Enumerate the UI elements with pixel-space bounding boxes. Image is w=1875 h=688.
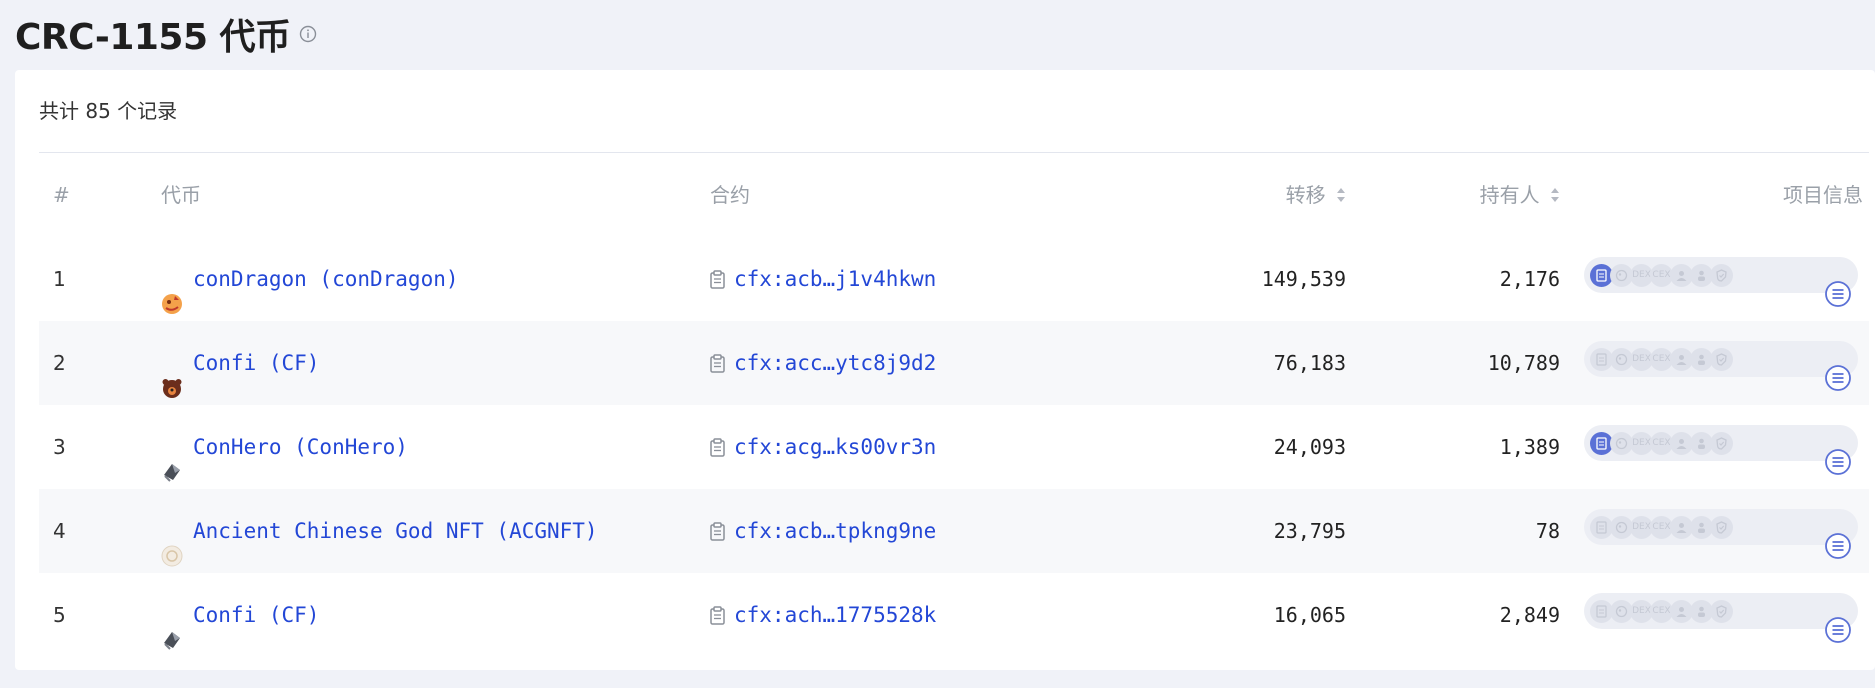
contract-icon xyxy=(710,605,726,625)
col-project: 项目信息 xyxy=(1783,183,1863,207)
col-token: 代币 xyxy=(161,183,201,207)
contract-cell: cfx:acc…ytc8j9d2 xyxy=(710,321,936,405)
table-row: 4 Ancient Chinese God NFT (ACGNFT) cfx:a… xyxy=(39,489,1869,573)
transfers-value: 16,065 xyxy=(1273,603,1346,627)
sort-icon[interactable] xyxy=(1550,155,1560,239)
project-info-badges: DEX CEX xyxy=(1584,257,1858,307)
shield-icon[interactable] xyxy=(1710,600,1733,623)
contract-icon xyxy=(710,437,726,457)
token-link[interactable]: Ancient Chinese God NFT (ACGNFT) xyxy=(193,489,598,573)
contract-link[interactable]: cfx:ach…1775528k xyxy=(734,573,936,657)
project-menu-icon[interactable] xyxy=(1824,513,1852,559)
dragon-logo-icon xyxy=(161,268,183,314)
contract-cell: cfx:acb…tpkng9ne xyxy=(710,489,936,573)
project-info-badges: DEX CEX xyxy=(1584,593,1858,643)
contract-link[interactable]: cfx:acc…ytc8j9d2 xyxy=(734,321,936,405)
transfers-value: 76,183 xyxy=(1273,351,1346,375)
hero-logo-icon xyxy=(161,436,183,482)
row-index: 1 xyxy=(53,267,66,291)
project-menu-icon[interactable] xyxy=(1824,597,1852,643)
transfers-value: 24,093 xyxy=(1273,435,1346,459)
holders-value: 78 xyxy=(1535,519,1560,543)
transfers-value: 23,795 xyxy=(1273,519,1346,543)
col-index: # xyxy=(53,183,70,207)
holders-value: 10,789 xyxy=(1487,351,1560,375)
shield-icon[interactable] xyxy=(1710,432,1733,455)
acgnft-logo-icon xyxy=(161,520,183,567)
col-contract: 合约 xyxy=(710,183,750,207)
col-transfers-sort[interactable]: 转移 xyxy=(1286,153,1346,237)
col-holders: 持有人 xyxy=(1479,183,1540,207)
contract-cell: cfx:ach…1775528k xyxy=(710,573,936,657)
hero-logo-icon xyxy=(161,604,183,650)
project-info-badges: DEX CEX xyxy=(1584,341,1858,391)
contract-icon xyxy=(710,521,726,541)
shield-icon[interactable] xyxy=(1710,348,1733,371)
contract-link[interactable]: cfx:acb…j1v4hkwn xyxy=(734,237,936,321)
token-link[interactable]: Confi (CF) xyxy=(193,321,319,405)
contract-icon xyxy=(710,353,726,373)
table-row: 3 ConHero (ConHero) cfx:acg…ks00vr3n 24,… xyxy=(39,405,1869,489)
token-cell: ConHero (ConHero) xyxy=(161,405,408,489)
page-header: CRC-1155 代币 xyxy=(0,0,1875,68)
table-body: 1 conDragon (conDragon) cfx:acb…j1v4hkwn… xyxy=(39,237,1869,657)
info-icon[interactable] xyxy=(299,25,317,43)
row-index: 5 xyxy=(53,603,66,627)
contract-icon xyxy=(710,269,726,289)
sort-icon[interactable] xyxy=(1336,155,1346,239)
table-row: 1 conDragon (conDragon) cfx:acb…j1v4hkwn… xyxy=(39,237,1869,321)
contract-cell: cfx:acb…j1v4hkwn xyxy=(710,237,936,321)
contract-link[interactable]: cfx:acg…ks00vr3n xyxy=(734,405,936,489)
contract-link[interactable]: cfx:acb…tpkng9ne xyxy=(734,489,936,573)
token-link[interactable]: Confi (CF) xyxy=(193,573,319,657)
bear-logo-icon xyxy=(161,352,183,398)
table-header: # 代币 合约 转移 持有人 项目信息 xyxy=(39,153,1869,237)
token-link[interactable]: conDragon (conDragon) xyxy=(193,237,459,321)
project-info-badges: DEX CEX xyxy=(1584,509,1858,559)
holders-value: 2,176 xyxy=(1499,267,1560,291)
row-index: 2 xyxy=(53,351,66,375)
holders-value: 1,389 xyxy=(1499,435,1560,459)
project-menu-icon[interactable] xyxy=(1824,261,1852,307)
project-menu-icon[interactable] xyxy=(1824,345,1852,391)
total-records: 共计 85 个记录 xyxy=(39,70,1869,153)
shield-icon[interactable] xyxy=(1710,516,1733,539)
token-cell: Ancient Chinese God NFT (ACGNFT) xyxy=(161,489,598,573)
contract-cell: cfx:acg…ks00vr3n xyxy=(710,405,936,489)
token-link[interactable]: ConHero (ConHero) xyxy=(193,405,408,489)
project-info-badges: DEX CEX xyxy=(1584,425,1858,475)
table-row: 2 Confi (CF) cfx:acc…ytc8j9d2 76,183 10,… xyxy=(39,321,1869,405)
shield-icon[interactable] xyxy=(1710,264,1733,287)
row-index: 3 xyxy=(53,435,66,459)
page-title: CRC-1155 代币 xyxy=(15,17,291,58)
holders-value: 2,849 xyxy=(1499,603,1560,627)
row-index: 4 xyxy=(53,519,66,543)
token-cell: Confi (CF) xyxy=(161,321,319,405)
tokens-card: 共计 85 个记录 # 代币 合约 转移 持有人 项目信息 1 conDrago… xyxy=(15,70,1875,670)
token-cell: Confi (CF) xyxy=(161,573,319,657)
token-cell: conDragon (conDragon) xyxy=(161,237,459,321)
col-holders-sort[interactable]: 持有人 xyxy=(1480,153,1560,237)
project-menu-icon[interactable] xyxy=(1824,429,1852,475)
table-row: 5 Confi (CF) cfx:ach…1775528k 16,065 2,8… xyxy=(39,573,1869,657)
transfers-value: 149,539 xyxy=(1261,267,1346,291)
col-transfers: 转移 xyxy=(1285,183,1326,207)
